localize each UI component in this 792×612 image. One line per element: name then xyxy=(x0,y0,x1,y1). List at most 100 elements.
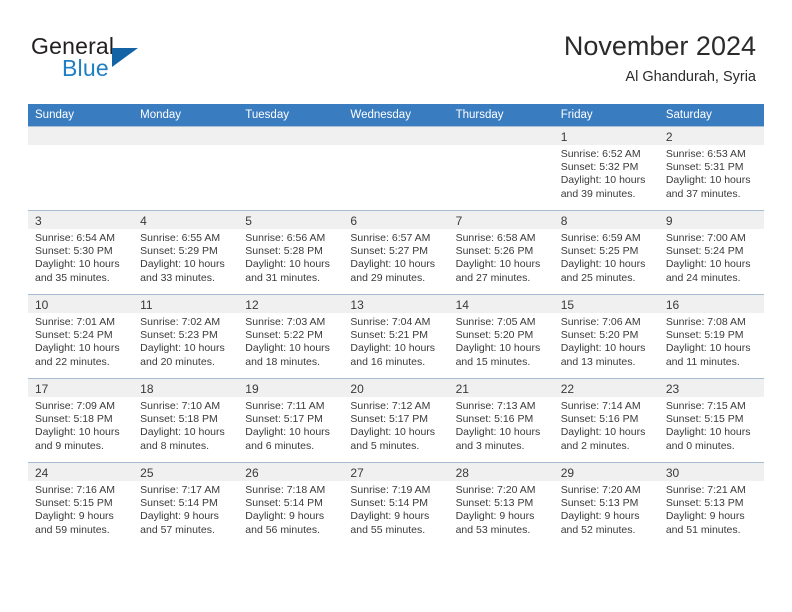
calendar-day-cell[interactable]: 10 Sunrise: 7:01 AM Sunset: 5:24 PM Dayligh… xyxy=(28,294,134,379)
sunrise-time: Sunrise: 6:55 AM xyxy=(140,232,221,244)
day-cell-inner xyxy=(28,127,134,210)
calendar-day-cell[interactable]: 1 Sunrise: 6:52 AM Sunset: 5:32 PM Daylight… xyxy=(553,126,659,211)
day-number: 3 xyxy=(35,214,42,228)
calendar-day-cell[interactable]: 12 Sunrise: 7:03 AM Sunset: 5:22 PM Dayligh… xyxy=(238,294,344,379)
calendar-day-cell[interactable]: 5 Sunrise: 6:56 AM Sunset: 5:28 PM Daylight… xyxy=(238,210,344,295)
calendar-week-row: 10 Sunrise: 7:01 AM Sunset: 5:24 PM Dayligh… xyxy=(28,294,764,379)
day-number-band: 9 xyxy=(658,211,764,229)
sunrise-time: Sunrise: 7:15 AM xyxy=(665,400,746,412)
daylight-duration-line2: and 27 minutes. xyxy=(455,271,531,284)
day-cell-inner: 28 Sunrise: 7:20 AM Sunset: 5:13 PM Dayligh… xyxy=(448,463,554,546)
daylight-duration-line1: Daylight: 10 hours xyxy=(350,258,436,271)
day-number-band: 21 xyxy=(448,379,554,397)
daylight-duration-line2: and 0 minutes. xyxy=(665,439,735,452)
day-number-band: 28 xyxy=(448,463,554,481)
day-cell-inner: 10 Sunrise: 7:01 AM Sunset: 5:24 PM Dayligh… xyxy=(28,295,134,378)
calendar-day-cell[interactable]: 6 Sunrise: 6:57 AM Sunset: 5:27 PM Daylight… xyxy=(343,210,449,295)
day-number: 13 xyxy=(350,298,364,312)
calendar-day-cell[interactable]: 17 Sunrise: 7:09 AM Sunset: 5:18 PM Dayligh… xyxy=(28,378,134,463)
calendar-day-cell[interactable]: 3 Sunrise: 6:54 AM Sunset: 5:30 PM Daylight… xyxy=(28,210,134,295)
sunrise-time: Sunrise: 6:53 AM xyxy=(665,148,746,160)
calendar-day-cell[interactable]: 27 Sunrise: 7:19 AM Sunset: 5:14 PM Dayligh… xyxy=(343,462,449,546)
calendar-day-cell[interactable]: 18 Sunrise: 7:10 AM Sunset: 5:18 PM Dayligh… xyxy=(133,378,239,463)
weekday-header-wednesday: Wednesday xyxy=(343,104,449,127)
calendar-day-cell[interactable]: 29 Sunrise: 7:20 AM Sunset: 5:13 PM Dayligh… xyxy=(553,462,659,546)
sunrise-time: Sunrise: 7:11 AM xyxy=(245,400,325,412)
sunset-time: Sunset: 5:19 PM xyxy=(665,329,744,342)
calendar-day-cell[interactable]: 19 Sunrise: 7:11 AM Sunset: 5:17 PM Dayligh… xyxy=(238,378,344,463)
day-details: Sunrise: 7:11 AM Sunset: 5:17 PM Daylight:… xyxy=(238,397,343,453)
calendar-day-cell[interactable]: 14 Sunrise: 7:05 AM Sunset: 5:20 PM Dayligh… xyxy=(448,294,554,379)
day-number-band: 5 xyxy=(238,211,344,229)
day-number: 10 xyxy=(35,298,49,312)
calendar-day-cell[interactable]: 22 Sunrise: 7:14 AM Sunset: 5:16 PM Dayligh… xyxy=(553,378,659,463)
day-cell-inner: 8 Sunrise: 6:59 AM Sunset: 5:25 PM Daylight… xyxy=(553,211,659,294)
day-details: Sunrise: 6:54 AM Sunset: 5:30 PM Daylight:… xyxy=(28,229,133,285)
daylight-duration-line2: and 15 minutes. xyxy=(455,355,531,368)
daylight-duration-line2: and 16 minutes. xyxy=(350,355,426,368)
calendar-day-cell[interactable]: 30 Sunrise: 7:21 AM Sunset: 5:13 PM Dayligh… xyxy=(658,462,764,546)
calendar-day-cell[interactable]: 2 Sunrise: 6:53 AM Sunset: 5:31 PM Daylight… xyxy=(658,126,764,211)
day-details: Sunrise: 6:57 AM Sunset: 5:27 PM Daylight:… xyxy=(343,229,448,285)
daylight-duration-line1: Daylight: 10 hours xyxy=(245,426,330,439)
calendar-day-cell-empty xyxy=(238,126,344,211)
calendar-day-cell[interactable]: 26 Sunrise: 7:18 AM Sunset: 5:14 PM Dayligh… xyxy=(238,462,344,546)
calendar-day-cell[interactable]: 11 Sunrise: 7:02 AM Sunset: 5:23 PM Dayligh… xyxy=(133,294,239,379)
calendar-day-cell[interactable]: 21 Sunrise: 7:13 AM Sunset: 5:16 PM Dayligh… xyxy=(448,378,554,463)
calendar-day-cell[interactable]: 23 Sunrise: 7:15 AM Sunset: 5:15 PM Dayligh… xyxy=(658,378,764,463)
calendar-day-cell[interactable]: 20 Sunrise: 7:12 AM Sunset: 5:17 PM Dayligh… xyxy=(343,378,449,463)
daylight-duration-line2: and 9 minutes. xyxy=(35,439,104,452)
day-number-band: 15 xyxy=(553,295,659,313)
sunset-time: Sunset: 5:13 PM xyxy=(665,497,744,510)
daylight-duration-line1: Daylight: 10 hours xyxy=(35,426,120,439)
day-cell-inner: 5 Sunrise: 6:56 AM Sunset: 5:28 PM Daylight… xyxy=(238,211,344,294)
calendar-day-cell[interactable]: 4 Sunrise: 6:55 AM Sunset: 5:29 PM Daylight… xyxy=(133,210,239,295)
day-number-band: 1 xyxy=(553,127,659,145)
day-number: 2 xyxy=(665,130,673,144)
day-details: Sunrise: 7:04 AM Sunset: 5:21 PM Daylight:… xyxy=(343,313,448,369)
calendar-day-cell[interactable]: 8 Sunrise: 6:59 AM Sunset: 5:25 PM Daylight… xyxy=(553,210,659,295)
day-details: Sunrise: 7:20 AM Sunset: 5:13 PM Daylight:… xyxy=(554,481,659,537)
brand-logo[interactable]: General Blue xyxy=(31,33,251,89)
sunset-time: Sunset: 5:17 PM xyxy=(245,413,323,426)
calendar-day-cell[interactable]: 15 Sunrise: 7:06 AM Sunset: 5:20 PM Dayligh… xyxy=(553,294,659,379)
daylight-duration-line2: and 24 minutes. xyxy=(665,271,741,284)
sunrise-time: Sunrise: 6:58 AM xyxy=(455,232,536,244)
daylight-duration-line2: and 37 minutes. xyxy=(665,187,741,200)
day-cell-inner: 16 Sunrise: 7:08 AM Sunset: 5:19 PM Dayligh… xyxy=(658,295,764,378)
daylight-duration-line2: and 8 minutes. xyxy=(140,439,210,452)
day-number-band: 23 xyxy=(658,379,764,397)
daylight-duration-line2: and 35 minutes. xyxy=(35,271,110,284)
calendar-week-row: 1 Sunrise: 6:52 AM Sunset: 5:32 PM Daylight… xyxy=(28,126,764,211)
day-number-band: 12 xyxy=(238,295,344,313)
day-number-band: 19 xyxy=(238,379,344,397)
calendar-day-cell[interactable]: 16 Sunrise: 7:08 AM Sunset: 5:19 PM Dayligh… xyxy=(658,294,764,379)
brand-name-blue: Blue xyxy=(62,55,109,81)
day-details: Sunrise: 7:08 AM Sunset: 5:19 PM Daylight:… xyxy=(659,313,764,369)
calendar-day-cell[interactable]: 28 Sunrise: 7:20 AM Sunset: 5:13 PM Dayligh… xyxy=(448,462,554,546)
calendar-day-cell-empty xyxy=(448,126,554,211)
day-number-band: 10 xyxy=(28,295,134,313)
calendar-day-cell[interactable]: 25 Sunrise: 7:17 AM Sunset: 5:14 PM Dayligh… xyxy=(133,462,239,546)
day-number: 15 xyxy=(560,298,575,312)
day-details: Sunrise: 7:19 AM Sunset: 5:14 PM Daylight:… xyxy=(343,481,448,537)
sunrise-time: Sunrise: 7:01 AM xyxy=(35,316,115,328)
sunrise-time: Sunrise: 7:13 AM xyxy=(455,400,536,412)
sunset-time: Sunset: 5:15 PM xyxy=(35,497,113,510)
day-number: 30 xyxy=(665,466,680,480)
calendar-week-row: 17 Sunrise: 7:09 AM Sunset: 5:18 PM Dayligh… xyxy=(28,378,764,463)
day-details: Sunrise: 7:09 AM Sunset: 5:18 PM Daylight:… xyxy=(28,397,133,453)
day-number: 14 xyxy=(455,298,469,312)
weekday-header-monday: Monday xyxy=(133,104,239,127)
calendar-day-cell[interactable]: 24 Sunrise: 7:16 AM Sunset: 5:15 PM Dayligh… xyxy=(28,462,134,546)
sunset-time: Sunset: 5:21 PM xyxy=(350,329,429,342)
day-number-band: 29 xyxy=(553,463,659,481)
calendar-day-cell[interactable]: 9 Sunrise: 7:00 AM Sunset: 5:24 PM Daylight… xyxy=(658,210,764,295)
sunset-time: Sunset: 5:16 PM xyxy=(560,413,639,426)
calendar-day-cell[interactable]: 13 Sunrise: 7:04 AM Sunset: 5:21 PM Dayligh… xyxy=(343,294,449,379)
day-number-band: 14 xyxy=(448,295,554,313)
calendar-day-cell[interactable]: 7 Sunrise: 6:58 AM Sunset: 5:26 PM Daylight… xyxy=(448,210,554,295)
day-number-band xyxy=(28,127,134,145)
daylight-duration-line1: Daylight: 10 hours xyxy=(140,342,225,355)
day-cell-inner: 7 Sunrise: 6:58 AM Sunset: 5:26 PM Daylight… xyxy=(448,211,554,294)
